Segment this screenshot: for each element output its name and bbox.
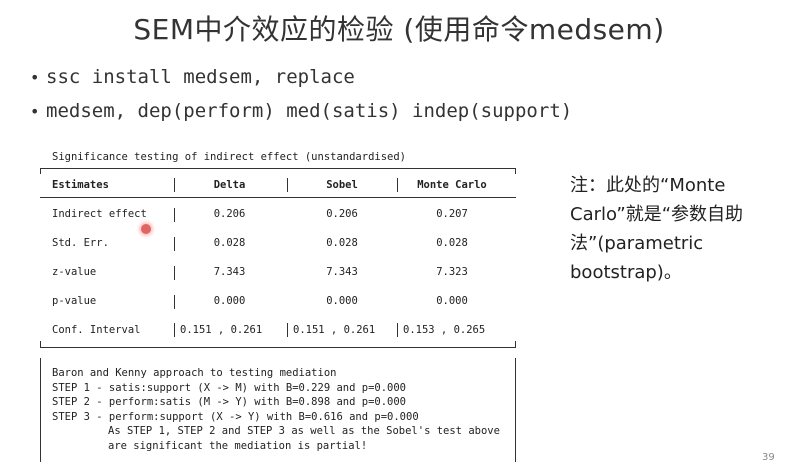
monte-carlo-value: 0.028 — [436, 237, 468, 249]
monte-carlo-value: 0.207 — [436, 208, 468, 220]
command-item: • ssc install medsem, replace — [30, 62, 572, 96]
sobel-ci: 0.151 , 0.261 — [293, 324, 376, 336]
table-row: Conf. Interval 0.151 , 0.261 0.151 , 0.2… — [40, 324, 516, 340]
column-separator — [287, 178, 288, 192]
table-row: Std. Err. 0.028 0.028 0.028 — [40, 237, 516, 253]
sobel-value: 0.000 — [326, 295, 358, 307]
command-item: • medsem, dep(perform) med(satis) indep(s… — [30, 96, 572, 130]
table-header-row: Estimates Delta Sobel Monte Carlo — [40, 179, 516, 195]
table-caption: Significance testing of indirect effect … — [52, 151, 407, 163]
page-number: 39 — [762, 452, 775, 463]
table-row: z-value 7.343 7.343 7.323 — [40, 266, 516, 282]
table-header-rule — [40, 197, 516, 198]
column-separator — [174, 266, 175, 280]
delta-value: 7.343 — [213, 266, 246, 278]
column-separator — [174, 208, 175, 222]
table-corner — [515, 168, 516, 174]
header-sobel: Sobel — [326, 179, 358, 191]
column-separator — [174, 178, 175, 192]
baron-kenny-block: Baron and Kenny approach to testing medi… — [52, 366, 500, 454]
bk-step: STEP 3 - perform:support (X -> Y) with B… — [52, 410, 419, 423]
row-label: Conf. Interval — [52, 324, 141, 336]
monte-carlo-value: 0.000 — [436, 295, 468, 307]
bk-heading: Baron and Kenny approach to testing medi… — [52, 367, 337, 379]
pointer-highlight — [141, 224, 151, 234]
table-corner — [515, 341, 516, 347]
delta-value: 0.206 — [213, 208, 246, 220]
table-bottom-rule — [40, 347, 516, 348]
monte-carlo-value: 7.323 — [436, 266, 468, 278]
column-separator — [174, 295, 175, 309]
table-row: Indirect effect 0.206 0.206 0.207 — [40, 208, 516, 224]
frame-right-border — [515, 358, 516, 462]
delta-value: 0.000 — [213, 295, 246, 307]
table-row: p-value 0.000 0.000 0.000 — [40, 295, 516, 311]
header-estimates: Estimates — [52, 179, 109, 191]
column-separator — [397, 323, 398, 337]
delta-ci: 0.151 , 0.261 — [180, 324, 263, 336]
bullet-icon: • — [30, 68, 40, 87]
side-note: 注：此处的“Monte Carlo”就是“参数自助法”(parametric b… — [570, 175, 744, 283]
row-label: Indirect effect — [52, 208, 147, 220]
column-separator — [174, 237, 175, 251]
command-text: medsem, dep(perform) med(satis) indep(su… — [46, 100, 573, 122]
bk-conclusion: As STEP 1, STEP 2 and STEP 3 as well as … — [108, 425, 500, 438]
slide-title: SEM中介效应的检验 (使用命令medsem) — [133, 13, 665, 46]
row-label: Std. Err. — [52, 237, 109, 249]
table-corner — [40, 341, 41, 347]
sobel-value: 7.343 — [326, 266, 358, 278]
bk-step: STEP 1 - satis:support (X -> M) with B=0… — [52, 381, 407, 394]
column-separator — [397, 178, 398, 192]
frame-left-border — [40, 358, 41, 462]
row-label: z-value — [52, 266, 97, 278]
header-monte-carlo: Monte Carlo — [417, 179, 487, 191]
sobel-value: 0.028 — [326, 237, 358, 249]
sobel-value: 0.206 — [326, 208, 358, 220]
column-separator — [287, 323, 288, 337]
header-delta: Delta — [213, 179, 246, 191]
command-list: • ssc install medsem, replace • medsem, de… — [30, 62, 572, 130]
table-corner — [40, 168, 41, 174]
bk-conclusion: are significant the mediation is partial… — [108, 439, 368, 452]
monte-carlo-ci: 0.153 , 0.265 — [403, 324, 486, 336]
column-separator — [174, 323, 175, 337]
bullet-icon: • — [30, 102, 40, 121]
results-table: Estimates Delta Sobel Monte Carlo Indire… — [40, 168, 516, 348]
bk-step: STEP 2 - perform:satis (M -> Y) with B=0… — [52, 396, 407, 409]
delta-value: 0.028 — [213, 237, 246, 249]
command-text: ssc install medsem, replace — [46, 66, 355, 88]
row-label: p-value — [52, 295, 97, 307]
table-top-rule — [40, 168, 516, 169]
